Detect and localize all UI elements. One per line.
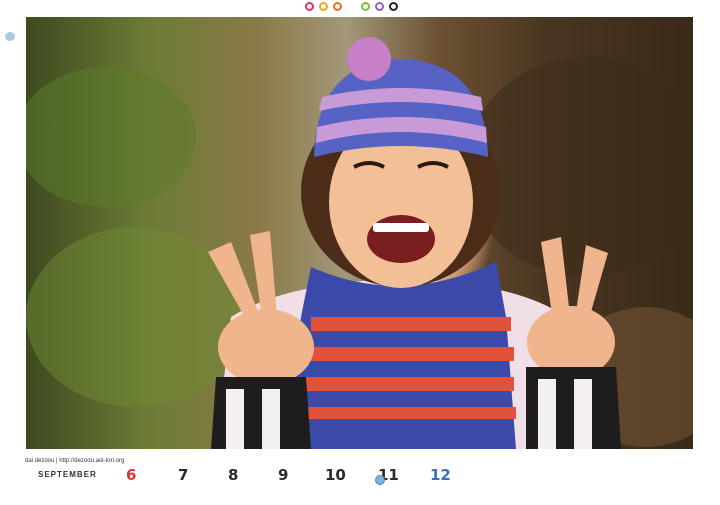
color-dot-icon: [375, 1, 384, 11]
color-dot-icon: [333, 1, 342, 11]
site-url-text: dai dezoou | http://dezoou.aoi-tori.org: [25, 458, 125, 464]
portrait-photo: [26, 17, 693, 449]
calendar-days: 6 7 8 9 10 11 12: [0, 466, 720, 486]
day-12: 12: [430, 466, 451, 484]
color-dots: [305, 0, 403, 12]
corner-sticker-icon: [5, 32, 15, 41]
color-dot-icon: [361, 1, 370, 11]
day-9: 9: [278, 466, 289, 484]
color-dot-icon: [389, 1, 398, 11]
day-10: 10: [325, 466, 346, 484]
blue-sticker-icon: [375, 475, 385, 485]
day-6: 6: [126, 466, 137, 484]
color-dot-icon: [305, 1, 314, 11]
color-dot-icon: [319, 1, 328, 11]
day-7: 7: [178, 466, 189, 484]
photo-illustration-icon: [26, 37, 693, 449]
day-8: 8: [228, 466, 239, 484]
